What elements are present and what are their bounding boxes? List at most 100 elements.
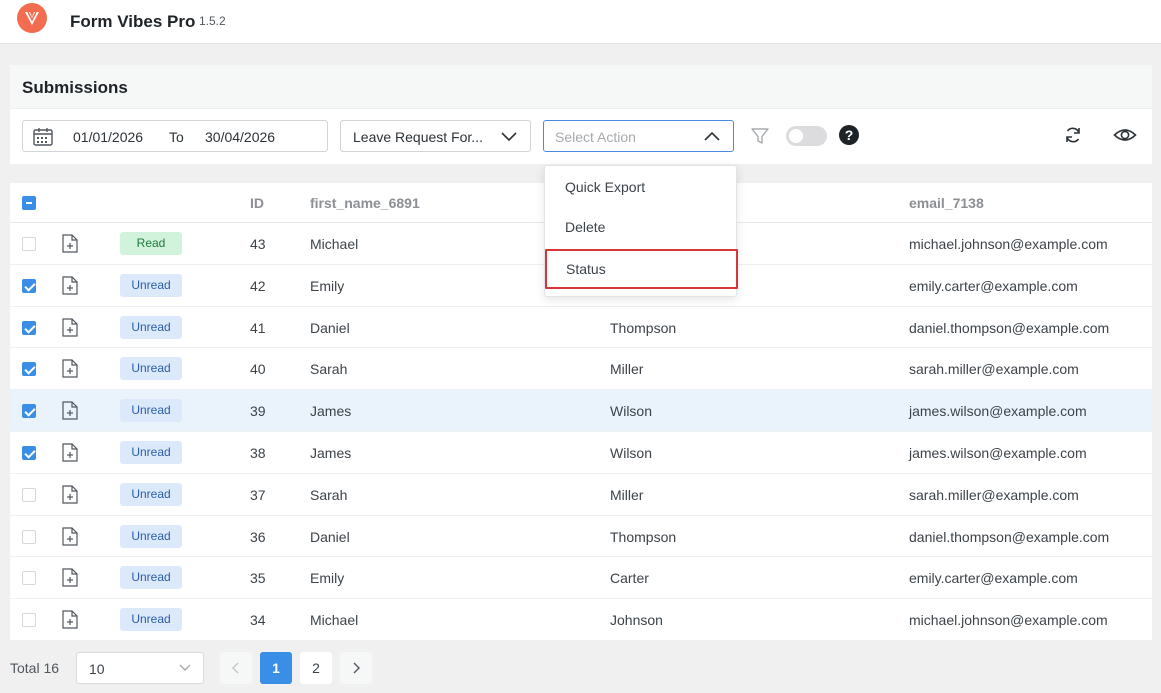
row-checkbox[interactable]	[22, 237, 36, 251]
status-badge: Unread	[120, 482, 182, 506]
chevron-down-icon	[179, 664, 191, 671]
page-button-1[interactable]: 1	[260, 652, 292, 684]
document-icon[interactable]	[62, 276, 78, 300]
status-badge: Unread	[120, 524, 182, 548]
menu-item-quick-export[interactable]: Quick Export	[545, 169, 736, 207]
document-icon[interactable]	[62, 401, 78, 425]
cell-last-name: Wilson	[610, 444, 653, 461]
menu-item-delete[interactable]: Delete	[545, 209, 736, 247]
table-row[interactable]: Unread 39 James Wilson james.wilson@example.…	[10, 390, 1152, 432]
cell-email: emily.carter@example.com	[909, 570, 1078, 587]
chevron-left-icon	[232, 662, 239, 674]
cell-first-name: James	[310, 444, 352, 461]
document-icon[interactable]	[62, 443, 78, 467]
table-row[interactable]: Unread 34 Michael Johnson michael.johnson@ex…	[10, 599, 1152, 641]
prev-page-button[interactable]	[220, 652, 252, 684]
filter-icon[interactable]	[750, 126, 770, 146]
cell-id: 42	[250, 277, 266, 294]
refresh-icon[interactable]	[1063, 125, 1083, 145]
cell-email: michael.johnson@example.com	[909, 612, 1108, 629]
table-row[interactable]: Unread 40 Sarah Miller sarah.miller@example.…	[10, 348, 1152, 391]
row-checkbox[interactable]	[22, 362, 36, 377]
status-badge: Unread	[120, 273, 182, 297]
table-row[interactable]: Unread 41 Daniel Thompson daniel.thompson@ex…	[10, 307, 1152, 349]
status-badge: Unread	[120, 357, 182, 381]
total-count: Total 16	[10, 660, 60, 676]
cell-id: 43	[250, 236, 266, 252]
cell-id: 41	[250, 319, 266, 336]
submissions-panel: Submissions 01/01/2026 To 30/04/2026 Lea…	[10, 65, 1152, 164]
row-checkbox[interactable]	[22, 487, 36, 502]
form-select-value: Leave Request For...	[353, 129, 483, 145]
cell-first-name: Michael	[310, 236, 359, 252]
cell-email: sarah.miller@example.com	[909, 486, 1079, 503]
row-checkbox[interactable]	[22, 613, 36, 628]
status-badge: Read	[120, 232, 182, 255]
cell-last-name: Carter	[610, 570, 649, 587]
column-header-first-name[interactable]: first_name_6891	[310, 195, 420, 211]
cell-email: daniel.thompson@example.com	[909, 319, 1110, 336]
cell-first-name: James	[310, 403, 352, 420]
table-row[interactable]: Unread 35 Emily Carter emily.carter@example.…	[10, 557, 1152, 600]
row-checkbox[interactable]	[22, 404, 36, 419]
menu-item-status[interactable]: Status	[545, 249, 738, 289]
table-row[interactable]: Unread 36 Daniel Thompson daniel.thompson@ex…	[10, 516, 1152, 558]
document-icon[interactable]	[62, 610, 78, 634]
document-icon[interactable]	[62, 359, 78, 383]
cell-last-name: Miller	[610, 486, 644, 503]
cell-first-name: Emily	[310, 277, 345, 294]
toggle-switch[interactable]	[786, 126, 827, 146]
app-version: 1.5.2	[199, 14, 226, 28]
cell-last-name: Thompson	[610, 319, 677, 336]
app-title: Form Vibes Pro	[70, 12, 196, 31]
date-to-input[interactable]: 30/04/2026	[205, 129, 275, 145]
cell-first-name: Daniel	[310, 528, 350, 545]
status-badge: Unread	[120, 440, 182, 464]
select-all-checkbox[interactable]	[22, 196, 36, 210]
status-badge: Unread	[120, 315, 182, 339]
next-page-button[interactable]	[340, 652, 372, 684]
row-checkbox[interactable]	[22, 571, 36, 586]
chevron-right-icon	[353, 662, 360, 674]
help-icon[interactable]: ?	[839, 125, 859, 145]
row-checkbox[interactable]	[22, 529, 36, 544]
form-select[interactable]: Leave Request For...	[340, 120, 531, 152]
eye-icon[interactable]	[1113, 125, 1137, 145]
column-header-email[interactable]: email_7138	[909, 195, 984, 211]
cell-first-name: Daniel	[310, 319, 350, 336]
date-from-input[interactable]: 01/01/2026	[73, 129, 143, 145]
row-checkbox[interactable]	[22, 445, 36, 460]
page-size-select[interactable]: 10	[76, 652, 204, 684]
page-title: Submissions	[22, 78, 128, 97]
cell-id: 39	[250, 403, 266, 420]
cell-last-name: Johnson	[610, 612, 663, 629]
cell-id: 35	[250, 570, 266, 587]
cell-id: 40	[250, 361, 266, 378]
chevron-down-icon	[501, 132, 517, 142]
cell-last-name: Wilson	[610, 403, 653, 420]
table-row[interactable]: Unread 38 James Wilson james.wilson@example.…	[10, 432, 1152, 474]
document-icon[interactable]	[62, 317, 78, 342]
panel-header: Submissions	[10, 65, 1152, 109]
table-row[interactable]: Unread 37 Sarah Miller sarah.miller@example.…	[10, 474, 1152, 516]
cell-email: james.wilson@example.com	[909, 444, 1087, 461]
column-header-id[interactable]: ID	[250, 195, 264, 211]
status-badge: Unread	[120, 399, 182, 423]
cell-id: 36	[250, 528, 266, 545]
row-checkbox[interactable]	[22, 278, 36, 293]
chevron-up-icon	[704, 131, 720, 141]
cell-first-name: Michael	[310, 612, 359, 629]
date-range-picker[interactable]: 01/01/2026 To 30/04/2026	[22, 120, 328, 152]
document-icon[interactable]	[62, 234, 78, 258]
row-checkbox[interactable]	[22, 320, 36, 335]
document-icon[interactable]	[62, 526, 78, 551]
document-icon[interactable]	[62, 568, 78, 592]
action-select[interactable]: Select Action	[543, 120, 734, 152]
cell-first-name: Sarah	[310, 361, 348, 378]
document-icon[interactable]	[62, 485, 78, 509]
calendar-icon	[33, 128, 53, 146]
page-button-2[interactable]: 2	[300, 652, 332, 684]
cell-last-name: Thompson	[610, 528, 677, 545]
cell-id: 34	[250, 612, 266, 629]
toggle-knob	[789, 129, 803, 143]
